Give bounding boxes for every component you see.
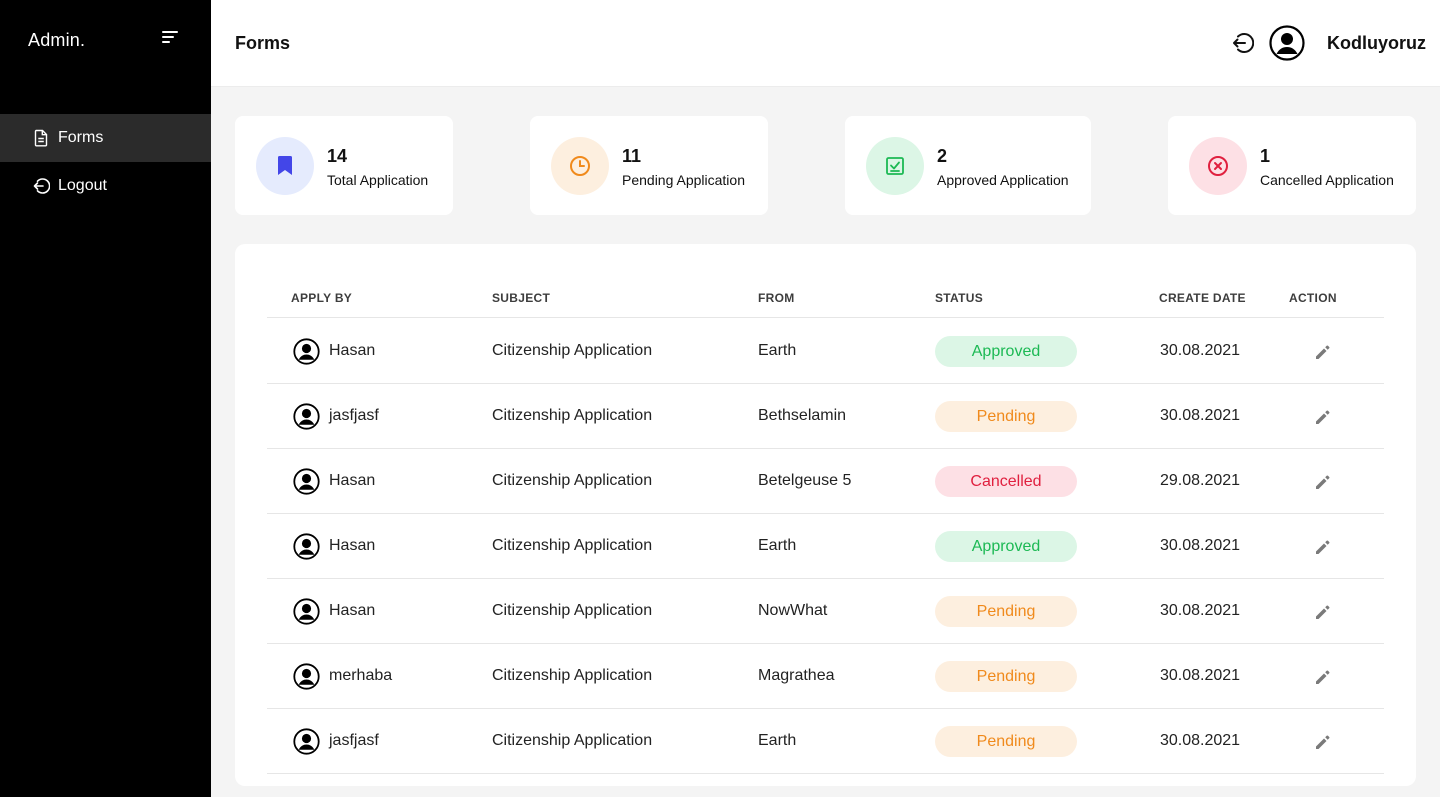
column-header-status[interactable]: STATUS <box>935 291 983 305</box>
cell-subject: Citizenship Application <box>492 602 653 619</box>
user-avatar-icon <box>293 533 320 560</box>
sidebar-item-logout[interactable]: Logout <box>0 162 211 210</box>
column-header-create-date[interactable]: CREATE DATE <box>1159 291 1246 305</box>
applications-table: APPLY BY SUBJECT FROM STATUS CREATE DATE… <box>235 244 1416 786</box>
cell-create-date: 30.08.2021 <box>1160 732 1241 749</box>
table-row[interactable]: merhaba Citizenship Application Magrathea P… <box>267 644 1384 709</box>
cell-subject: Citizenship Application <box>492 667 653 684</box>
cell-apply-by: Hasan <box>329 472 376 489</box>
logout-icon <box>32 177 50 195</box>
user-avatar-icon <box>293 598 320 625</box>
table-row[interactable]: jasfjasf Citizenship Application Earth Pend… <box>267 709 1384 774</box>
user-avatar-icon <box>293 403 320 430</box>
clock-icon <box>551 137 609 195</box>
cell-subject: Citizenship Application <box>492 732 653 749</box>
edit-pencil-icon[interactable] <box>1313 667 1333 687</box>
column-header-subject[interactable]: SUBJECT <box>492 291 550 305</box>
cell-from: Earth <box>758 537 797 554</box>
cell-apply-by: Hasan <box>329 537 376 554</box>
edit-pencil-icon[interactable] <box>1313 602 1333 622</box>
stat-label: Total Application <box>327 172 429 188</box>
cell-apply-by: jasfjasf <box>329 407 379 424</box>
sidebar-item-label: Logout <box>58 177 107 194</box>
sidebar-item-forms[interactable]: Forms <box>0 114 211 162</box>
stat-value: 11 <box>622 146 642 166</box>
stat-value: 14 <box>327 146 348 166</box>
column-header-apply-by[interactable]: APPLY BY <box>291 291 352 305</box>
username[interactable]: Kodluyoruz <box>1327 33 1426 54</box>
status-badge: Approved <box>935 336 1077 367</box>
cell-from: Betelgeuse 5 <box>758 472 852 489</box>
cell-create-date: 30.08.2021 <box>1160 602 1241 619</box>
cell-create-date: 30.08.2021 <box>1160 342 1241 359</box>
bookmark-icon <box>256 137 314 195</box>
cell-subject: Citizenship Application <box>492 537 653 554</box>
table-row[interactable]: Hasan Citizenship Application Earth Approve… <box>267 514 1384 579</box>
status-badge: Pending <box>935 661 1077 692</box>
cell-subject: Citizenship Application <box>492 407 653 424</box>
cell-create-date: 30.08.2021 <box>1160 537 1241 554</box>
stat-card-pending: 11 Pending Application <box>530 116 768 215</box>
check-square-icon <box>866 137 924 195</box>
cell-from: Magrathea <box>758 667 835 684</box>
table-row[interactable]: Hasan Citizenship Application Earth Approve… <box>267 319 1384 384</box>
stat-label: Cancelled Application <box>1260 172 1394 188</box>
cell-create-date: 30.08.2021 <box>1160 407 1241 424</box>
cell-apply-by: Hasan <box>329 342 376 359</box>
brand-logo: Admin. <box>28 30 86 50</box>
status-badge: Approved <box>935 531 1077 562</box>
user-avatar-icon <box>293 338 320 365</box>
stat-card-approved: 2 Approved Application <box>845 116 1091 215</box>
table-row[interactable]: Hasan Citizenship Application NowWhat Pendi… <box>267 579 1384 644</box>
cell-from: Earth <box>758 342 797 359</box>
sidebar: Admin. Forms Logout <box>0 0 211 797</box>
document-icon <box>32 129 50 147</box>
cell-apply-by: Hasan <box>329 602 376 619</box>
table-header: APPLY BY SUBJECT FROM STATUS CREATE DATE… <box>267 280 1384 318</box>
cell-from: Earth <box>758 732 797 749</box>
column-header-from[interactable]: FROM <box>758 291 795 305</box>
x-circle-icon <box>1189 137 1247 195</box>
user-avatar-icon <box>293 728 320 755</box>
cell-apply-by: jasfjasf <box>329 732 379 749</box>
menu-toggle-icon[interactable] <box>162 31 180 47</box>
cell-create-date: 30.08.2021 <box>1160 667 1241 684</box>
table-row[interactable]: jasfjasf Citizenship Application Bethselam… <box>267 384 1384 449</box>
edit-pencil-icon[interactable] <box>1313 732 1333 752</box>
top-header: Forms Kodluyoruz <box>211 0 1440 87</box>
user-avatar-icon <box>293 663 320 690</box>
stat-label: Pending Application <box>622 172 745 188</box>
stat-value: 1 <box>1260 146 1271 166</box>
status-badge: Cancelled <box>935 466 1077 497</box>
logout-icon[interactable] <box>1230 31 1255 55</box>
table-row[interactable]: Hasan Citizenship Application Betelgeuse 5… <box>267 449 1384 514</box>
column-header-action: ACTION <box>1289 291 1337 305</box>
page-title: Forms <box>235 33 291 53</box>
status-badge: Pending <box>935 726 1077 757</box>
user-avatar-icon[interactable] <box>1269 25 1305 61</box>
cell-subject: Citizenship Application <box>492 342 653 359</box>
cell-from: Bethselamin <box>758 407 847 424</box>
stat-label: Approved Application <box>937 172 1069 188</box>
cell-from: NowWhat <box>758 602 828 619</box>
user-avatar-icon <box>293 468 320 495</box>
stat-value: 2 <box>937 146 948 166</box>
status-badge: Pending <box>935 596 1077 627</box>
sidebar-item-label: Forms <box>58 129 104 146</box>
stat-card-cancelled: 1 Cancelled Application <box>1168 116 1416 215</box>
stat-card-total: 14 Total Application <box>235 116 453 215</box>
cell-subject: Citizenship Application <box>492 472 653 489</box>
cell-apply-by: merhaba <box>329 667 393 684</box>
edit-pencil-icon[interactable] <box>1313 472 1333 492</box>
status-badge: Pending <box>935 401 1077 432</box>
edit-pencil-icon[interactable] <box>1313 407 1333 427</box>
edit-pencil-icon[interactable] <box>1313 342 1333 362</box>
edit-pencil-icon[interactable] <box>1313 537 1333 557</box>
cell-create-date: 29.08.2021 <box>1160 472 1241 489</box>
